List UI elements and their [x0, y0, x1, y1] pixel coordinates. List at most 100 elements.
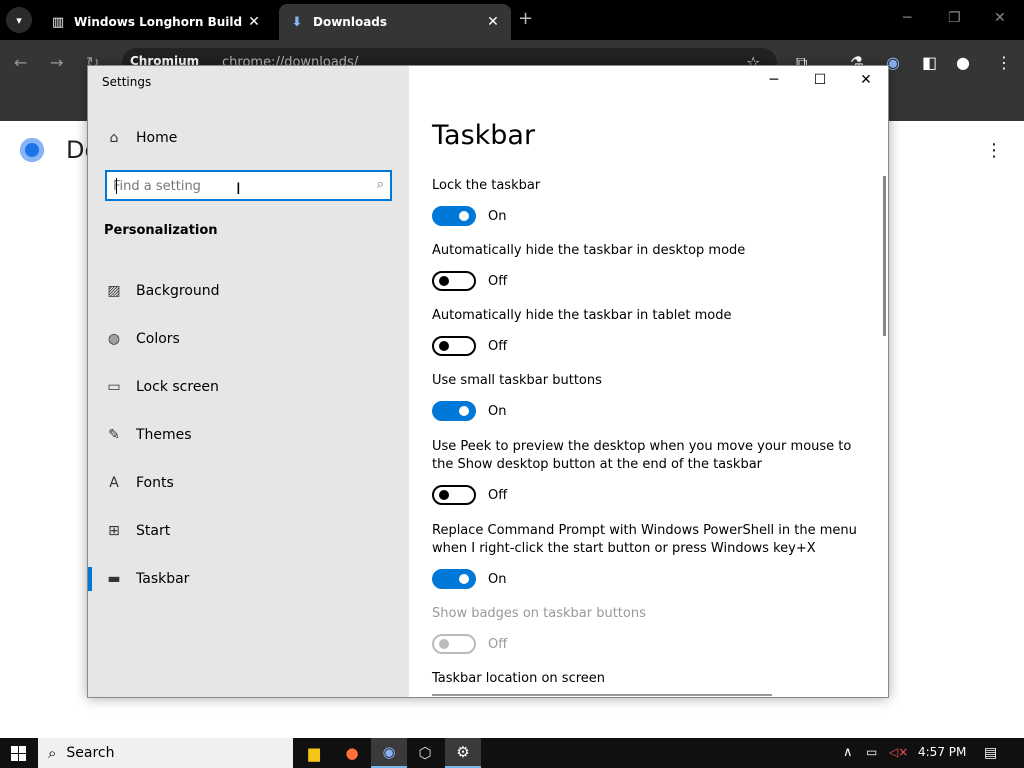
account-avatar-icon[interactable]: ● — [956, 53, 970, 72]
minimize-icon[interactable]: ─ — [759, 72, 789, 88]
nav-item-label: Colors — [136, 331, 180, 347]
nav-item-label: Themes — [136, 427, 192, 443]
nav-item-label: Start — [136, 523, 171, 539]
setting-label: Automatically hide the taskbar in deskto… — [432, 243, 746, 258]
settings-nav-pane: Settings ⌂ Home ⌕ I Personalization ▨ Ba… — [88, 66, 409, 697]
picture-icon: ▨ — [107, 283, 121, 299]
setting-label: Taskbar location on screen — [432, 671, 606, 686]
powershell-toggle[interactable] — [432, 569, 476, 589]
setting-label: Lock the taskbar — [432, 178, 541, 193]
w-favicon-icon: ▥ — [51, 14, 65, 30]
setting-small-buttons: Use small taskbar buttons On — [432, 372, 862, 421]
back-arrow-icon[interactable]: ← — [14, 53, 27, 72]
autohide-desktop-toggle[interactable] — [432, 271, 476, 291]
new-tab-plus-icon[interactable]: + — [518, 8, 533, 29]
small-buttons-toggle[interactable] — [432, 401, 476, 421]
setting-powershell: Replace Command Prompt with Windows Powe… — [432, 522, 862, 589]
setting-label: Use Peek to preview the desktop when you… — [432, 439, 852, 472]
find-setting-search[interactable]: ⌕ — [105, 170, 392, 201]
settings-window-title: Settings — [102, 75, 152, 89]
nav-item-label: Lock screen — [136, 379, 219, 395]
page-more-menu-icon[interactable]: ⋮ — [985, 140, 1003, 161]
search-input[interactable] — [113, 176, 353, 196]
box-icon[interactable]: ⬡ — [407, 738, 443, 768]
font-icon: A — [109, 475, 119, 491]
close-icon[interactable]: ✕ — [851, 72, 881, 88]
taskbar-search-label: Search — [66, 745, 115, 761]
maximize-icon[interactable]: ☐ — [805, 72, 835, 88]
network-icon[interactable]: ▭ — [866, 745, 877, 759]
nav-home[interactable]: ⌂ Home — [104, 130, 178, 146]
download-icon: ⬇ — [291, 14, 303, 30]
settings-window: Settings ⌂ Home ⌕ I Personalization ▨ Ba… — [87, 65, 889, 698]
palette-icon: ◍ — [107, 331, 121, 347]
windows-taskbar: ⌕ Search ▆ ● ◉ ⬡ ⚙ ∧ ▭ ◁× 4:57 PM ▤ — [0, 738, 1024, 768]
downloads-page-icon — [20, 138, 44, 162]
taskbar-location-dropdown[interactable] — [432, 694, 772, 696]
setting-label: Use small taskbar buttons — [432, 373, 602, 388]
show-hidden-icons-chevron-icon[interactable]: ∧ — [843, 745, 853, 760]
monitor-icon: ▭ — [107, 379, 121, 395]
taskbar-icon: ▬ — [107, 571, 121, 587]
nav-item-label: Background — [136, 283, 220, 299]
badges-toggle — [432, 634, 476, 654]
setting-badges: Show badges on taskbar buttons Off — [432, 605, 862, 654]
taskbar-search-box[interactable]: ⌕ Search — [38, 738, 293, 768]
nav-item-start[interactable]: ⊞ Start — [88, 511, 409, 551]
lock-taskbar-toggle[interactable] — [432, 206, 476, 226]
side-panel-icon[interactable]: ◧ — [922, 53, 937, 72]
forward-arrow-icon[interactable]: → — [50, 53, 63, 72]
tab-downloads[interactable]: ⬇ Downloads ✕ — [279, 4, 511, 40]
nav-section-personalization: Personalization — [104, 223, 218, 238]
toggle-state: On — [488, 403, 507, 419]
volume-muted-icon[interactable]: ◁× — [889, 745, 908, 759]
tab-search-chevron-icon[interactable]: ▾ — [6, 7, 32, 33]
setting-taskbar-location: Taskbar location on screen — [432, 670, 862, 688]
nav-item-themes[interactable]: ✎ Themes — [88, 415, 409, 455]
start-button[interactable] — [0, 738, 36, 768]
close-window-icon[interactable]: ✕ — [994, 10, 1006, 26]
firefox-icon[interactable]: ● — [334, 738, 370, 768]
chromium-icon[interactable]: ◉ — [371, 738, 407, 768]
toggle-state: Off — [488, 273, 508, 289]
nav-home-label: Home — [136, 130, 178, 146]
text-caret — [116, 178, 117, 194]
nav-item-label: Fonts — [136, 475, 174, 491]
home-icon: ⌂ — [109, 130, 119, 146]
nav-item-background[interactable]: ▨ Background — [88, 271, 409, 311]
action-center-icon[interactable]: ▤ — [984, 745, 997, 761]
nav-item-taskbar[interactable]: ▬ Taskbar — [88, 559, 409, 599]
nav-item-colors[interactable]: ◍ Colors — [88, 319, 409, 359]
restore-icon[interactable]: ❐ — [948, 10, 961, 26]
setting-label: Show badges on taskbar buttons — [432, 606, 646, 621]
content-scrollbar[interactable] — [883, 176, 886, 336]
setting-lock-taskbar: Lock the taskbar On — [432, 177, 862, 226]
toggle-state: Off — [488, 338, 508, 354]
tiles-icon: ⊞ — [108, 523, 120, 539]
settings-gear-icon[interactable]: ⚙ — [445, 738, 481, 768]
browser-tabstrip: ▾ ▥ Windows Longhorn Build 4081 ✕ ⬇ Down… — [0, 0, 1024, 40]
tab-windows-longhorn[interactable]: ▥ Windows Longhorn Build 4081 ✕ — [40, 4, 272, 40]
toggle-state: Off — [488, 487, 508, 503]
toggle-state: On — [488, 208, 507, 224]
close-tab-icon[interactable]: ✕ — [246, 14, 262, 30]
minimize-icon[interactable]: ─ — [903, 10, 911, 26]
toggle-state: Off — [488, 636, 508, 652]
setting-autohide-desktop: Automatically hide the taskbar in deskto… — [432, 242, 862, 291]
search-icon[interactable]: ⌕ — [377, 177, 384, 192]
nav-item-label: Taskbar — [136, 571, 190, 587]
tab-title: Downloads — [313, 15, 388, 29]
tab-title: Windows Longhorn Build 4081 — [74, 15, 246, 29]
autohide-tablet-toggle[interactable] — [432, 336, 476, 356]
nav-item-lock-screen[interactable]: ▭ Lock screen — [88, 367, 409, 407]
nav-item-fonts[interactable]: A Fonts — [88, 463, 409, 503]
clock-time[interactable]: 4:57 PM — [918, 745, 966, 759]
peek-toggle[interactable] — [432, 485, 476, 505]
ibeam-cursor-icon: I — [236, 179, 241, 198]
browser-menu-icon[interactable]: ⋮ — [996, 53, 1012, 72]
close-tab-icon[interactable]: ✕ — [485, 14, 501, 30]
setting-autohide-tablet: Automatically hide the taskbar in tablet… — [432, 307, 862, 356]
file-explorer-icon[interactable]: ▆ — [296, 738, 332, 768]
settings-content-pane: ─ ☐ ✕ Taskbar Lock the taskbar On Automa… — [409, 66, 888, 697]
search-icon: ⌕ — [48, 744, 57, 762]
